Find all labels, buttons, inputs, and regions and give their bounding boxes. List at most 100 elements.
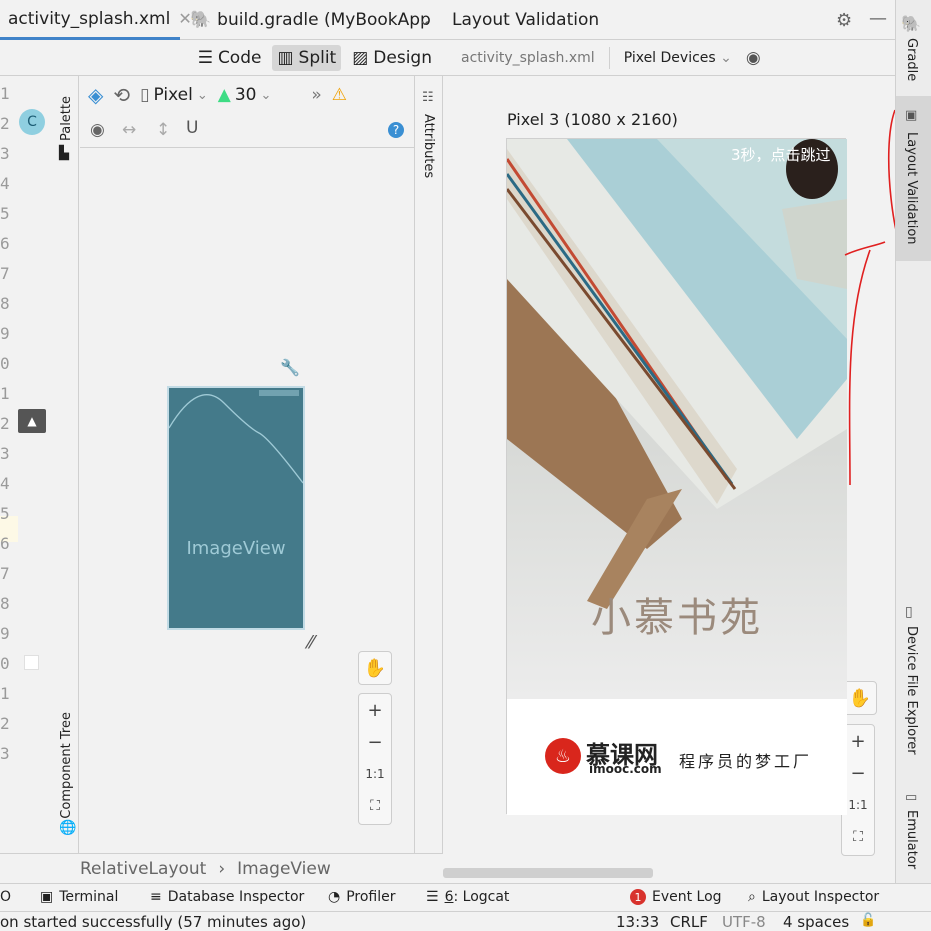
indent-setting[interactable]: 4 spaces [783, 913, 849, 931]
wrench-icon[interactable]: 🔧 [280, 358, 300, 377]
line-number: 6 [0, 534, 10, 553]
profiler-label: Profiler [346, 889, 396, 905]
skip-countdown-text[interactable]: 3秒，点击跳过 [731, 144, 831, 165]
zoom-controls: + − 1:1 ⛶ [358, 693, 392, 825]
class-badge-letter: C [27, 114, 37, 130]
minimize-icon[interactable]: — [869, 8, 887, 29]
magnet-icon[interactable]: U [186, 118, 198, 138]
vertical-constraint-icon[interactable]: ↕ [156, 120, 170, 140]
line-number: 2 [0, 414, 10, 433]
zoom-actual-button[interactable]: 1:1 [359, 758, 391, 790]
class-badge-icon[interactable]: C [19, 109, 45, 135]
status-message[interactable]: on started successfully (57 minutes ago) [0, 913, 306, 931]
horizontal-scrollbar[interactable] [443, 868, 653, 878]
device-file-explorer-label[interactable]: Device File Explorer [904, 626, 919, 755]
line-number: 4 [0, 474, 10, 493]
design-mode-button[interactable]: ▨ Design [347, 45, 437, 71]
terminal-tool-button[interactable]: ▣ Terminal [40, 889, 118, 905]
tab-label: activity_splash.xml [8, 8, 171, 29]
validation-header: Layout Validation ⚙ — [443, 0, 895, 40]
logcat-button[interactable]: ☰ 6: Logcat [426, 889, 509, 905]
device-label: Pixel 3 (1080 x 2160) [507, 110, 678, 129]
layers-icon[interactable]: ◈ [88, 83, 103, 107]
eye-icon[interactable]: ◉ [90, 120, 105, 140]
code-mode-button[interactable]: ☰ Code [193, 45, 267, 71]
imageview-label: ImageView [186, 538, 286, 559]
devices-label: Pixel Devices [623, 49, 716, 66]
tab-overflow-chevron-icon[interactable]: ⌄ [418, 10, 431, 29]
database-inspector-button[interactable]: ≡ Database Inspector [150, 889, 304, 905]
overflow-chevrons-icon[interactable]: » [311, 85, 321, 105]
sliders-icon[interactable]: ☷ [422, 90, 434, 105]
gear-icon[interactable]: ⚙ [836, 10, 852, 31]
hand-icon[interactable]: ✋ [359, 652, 391, 684]
breadcrumb-item-imageview[interactable]: ImageView [237, 859, 331, 879]
bottom-tool-bar: O ▣ Terminal ≡ Database Inspector ◔ Profile… [0, 883, 931, 911]
left-tool-strip: Palette ▙ Component Tree 🌐 [56, 76, 79, 853]
palette-tool-label[interactable]: Palette [59, 96, 74, 141]
pan-control[interactable]: ✋ [358, 651, 392, 685]
todo-label: O [0, 889, 12, 905]
split-mode-label: Split [298, 47, 337, 68]
validation-file-label: activity_splash.xml [461, 49, 595, 66]
android-icon: ▲ [217, 85, 231, 105]
globe-icon[interactable]: 🌐 [59, 820, 76, 836]
api-selector[interactable]: ▲ 30 ⌄ [218, 85, 272, 105]
code-mode-label: Code [217, 47, 262, 68]
gradle-tool-label[interactable]: Gradle [904, 38, 919, 81]
hand-icon[interactable]: ✋ [843, 681, 877, 715]
zoom-in-button[interactable]: + [359, 694, 391, 726]
design-mode-icon: ▨ [352, 47, 369, 68]
line-number: 2 [0, 114, 10, 133]
design-secondary-toolbar: ◉ ↔ ↕ U ? [80, 114, 414, 148]
terminal-icon: ▣ [40, 889, 54, 905]
flame-logo-icon: ♨ [545, 738, 581, 774]
emulator-tool-label[interactable]: Emulator [904, 810, 919, 869]
device-explorer-icon: ▯ [905, 604, 913, 620]
palette-icon[interactable]: ▙ [59, 146, 69, 161]
devices-dropdown[interactable]: Pixel Devices ⌄ [624, 50, 732, 66]
tab-build-gradle[interactable]: 🐘 build.gradle (MyBookApp [186, 0, 431, 40]
imageview-preview[interactable]: ImageView [167, 386, 305, 630]
resize-handle-icon[interactable]: ⁄⁄ [308, 632, 314, 653]
device-selector[interactable]: ▯ Pixel ⌄ [140, 85, 208, 105]
layout-validation-tool-label: Layout Validation [904, 132, 919, 245]
line-number: 0 [0, 354, 10, 373]
event-log-button[interactable]: 1 Event Log [630, 889, 722, 905]
right-tool-strip: 🐘 Gradle ▣ Layout Validation ▯ Device Fi… [895, 0, 931, 883]
line-separator[interactable]: CRLF [670, 913, 708, 931]
layout-inspector-button[interactable]: ⌕ Layout Inspector [748, 889, 879, 905]
event-log-label: Event Log [652, 889, 722, 905]
breadcrumb-item-relativelayout[interactable]: RelativeLayout [80, 859, 206, 879]
color-swatch-icon[interactable] [24, 655, 39, 670]
breadcrumb: RelativeLayout › ImageView [0, 853, 443, 883]
preview-curve [169, 390, 303, 484]
split-mode-button[interactable]: ▥ Split [272, 44, 342, 71]
eye-icon[interactable]: ◉ [746, 48, 761, 68]
profiler-button[interactable]: ◔ Profiler [328, 889, 396, 905]
slogan-text: 程序员的梦工厂 [679, 752, 813, 771]
component-tree-label[interactable]: Component Tree [59, 712, 74, 819]
layout-validation-icon: ▣ [905, 108, 918, 123]
attributes-tool-label[interactable]: Attributes [421, 114, 436, 178]
api-label: 30 [234, 85, 257, 105]
gradle-elephant-icon: 🐘 [901, 14, 921, 33]
zoom-out-button[interactable]: − [359, 726, 391, 758]
horizontal-constraint-icon[interactable]: ↔ [122, 120, 136, 140]
layout-validation-tool-tab[interactable]: ▣ Layout Validation [896, 96, 931, 261]
caret-position[interactable]: 13:33 [616, 913, 659, 931]
todo-tool-button[interactable]: O [0, 889, 11, 905]
design-canvas[interactable]: 🔧 ImageView ⁄⁄ ✋ + − 1:1 ⛶ [80, 148, 414, 853]
tab-activity-splash[interactable]: activity_splash.xml ✕ [0, 0, 192, 40]
help-icon[interactable]: ? [388, 122, 404, 138]
image-gutter-icon[interactable]: ▲ [18, 409, 46, 433]
attributes-tool-strip: ☷ Attributes [414, 76, 443, 853]
lock-icon[interactable]: 🔓 [860, 913, 876, 928]
fit-screen-icon[interactable]: ⛶ [359, 790, 391, 822]
orientation-icon[interactable]: ⟲ [113, 83, 130, 107]
warning-icon[interactable]: ⚠ [332, 85, 347, 105]
fit-screen-icon[interactable]: ⛶ [842, 821, 874, 853]
file-encoding[interactable]: UTF-8 [722, 913, 766, 931]
phone-preview: 3秒，点击跳过 小慕书苑 ♨ 慕课网 imooc.com 程序员的梦工厂 [506, 138, 847, 815]
validation-title: Layout Validation [452, 9, 600, 30]
